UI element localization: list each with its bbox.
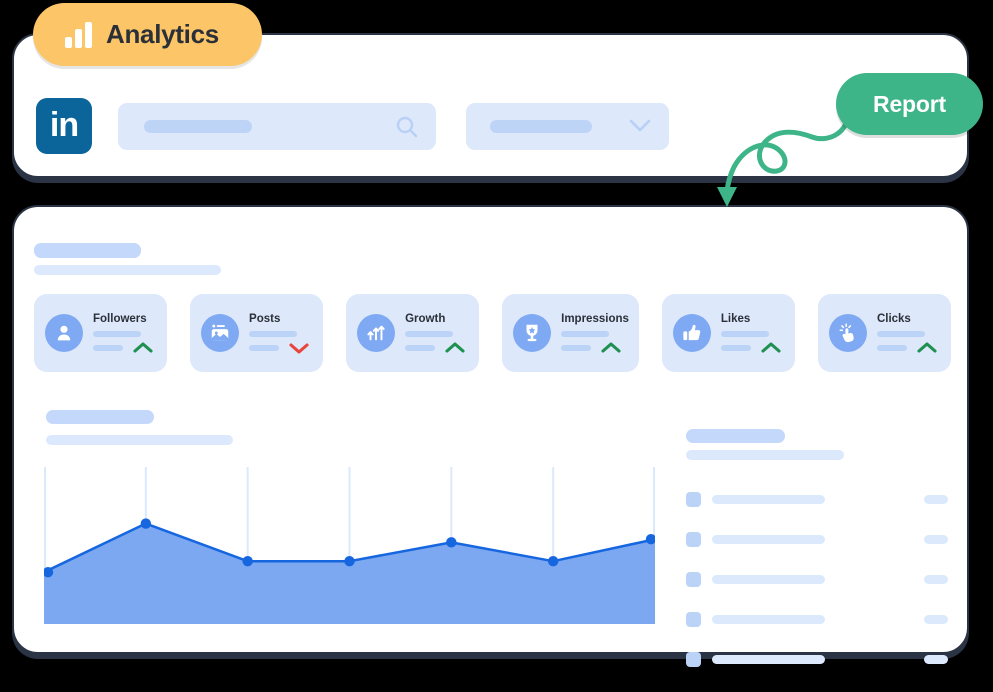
trend-up-icon <box>761 341 781 353</box>
chart-data-point[interactable] <box>547 556 559 567</box>
stat-bottom <box>720 341 785 354</box>
list-title-placeholder <box>686 429 785 443</box>
chart-data-point[interactable] <box>140 518 152 529</box>
trend-down-icon <box>289 342 309 354</box>
area-chart <box>44 467 655 624</box>
stat-card-row: Followers Posts Growth Impressions Likes… <box>34 294 951 372</box>
stat-value-placeholder <box>249 330 298 337</box>
dashboard-title-placeholder <box>34 243 141 258</box>
dashboard-card: Followers Posts Growth Impressions Likes… <box>12 205 969 667</box>
search-input[interactable] <box>118 103 436 150</box>
stat-body: Growth <box>405 313 479 354</box>
list-item-value-placeholder <box>924 535 948 544</box>
stat-body: Likes <box>720 312 795 354</box>
analytics-badge[interactable]: Analytics <box>33 3 262 66</box>
trend-up-icon <box>445 341 465 353</box>
list-item-value-placeholder <box>924 575 948 584</box>
stat-bottom <box>93 341 157 354</box>
chevron-down-icon[interactable] <box>629 118 651 134</box>
stat-value-placeholder <box>561 330 610 337</box>
stat-body: Followers <box>93 313 167 354</box>
arrows-up-icon <box>357 314 396 352</box>
filter-dropdown[interactable] <box>466 103 669 150</box>
stat-label: Likes <box>720 312 751 325</box>
list-item-swatch <box>686 532 701 547</box>
trend-up-icon <box>133 341 153 353</box>
chart-title-placeholder <box>46 410 154 424</box>
stat-label: Clicks <box>876 312 911 325</box>
stat-label: Growth <box>405 312 446 325</box>
stat-card-clicks[interactable]: Clicks <box>817 294 951 372</box>
stat-value-placeholder <box>93 330 141 337</box>
stat-value-placeholder <box>720 330 769 337</box>
analytics-badge-label: Analytics <box>106 19 219 49</box>
search-placeholder-bar <box>144 120 252 133</box>
list-item-swatch <box>686 572 701 587</box>
stat-delta-placeholder <box>561 344 592 351</box>
list-panel <box>686 492 948 692</box>
list-subtitle-placeholder <box>686 450 844 460</box>
dashboard-subtitle-placeholder <box>34 265 221 275</box>
trend-up-icon <box>601 341 621 353</box>
chart-data-point[interactable] <box>344 556 355 567</box>
thumbs-up-icon <box>672 314 711 352</box>
search-icon[interactable] <box>395 115 419 139</box>
stat-delta-placeholder <box>720 344 751 351</box>
stat-label: Impressions <box>561 312 629 325</box>
stat-delta-placeholder <box>405 344 436 351</box>
list-item-swatch <box>686 652 701 667</box>
stat-card-impressions[interactable]: Impressions <box>502 294 639 372</box>
list-item-swatch <box>686 492 701 507</box>
list-item[interactable] <box>686 532 948 547</box>
trend-up-icon <box>917 341 937 353</box>
list-item-value-placeholder <box>924 495 948 504</box>
trophy-icon <box>513 314 552 352</box>
list-item[interactable] <box>686 612 948 627</box>
stat-body: Impressions <box>561 313 639 354</box>
stat-value-placeholder <box>876 330 925 337</box>
list-item[interactable] <box>686 572 948 587</box>
list-item-label-placeholder <box>712 495 825 504</box>
stat-value-placeholder <box>405 330 454 337</box>
stat-bottom <box>405 341 469 354</box>
bar-chart-icon <box>65 21 92 48</box>
report-button-label: Report <box>873 90 946 117</box>
stat-bottom <box>876 341 941 354</box>
image-icon <box>201 314 240 352</box>
list-item[interactable] <box>686 492 948 507</box>
list-item[interactable] <box>686 652 948 667</box>
stat-delta-placeholder <box>93 344 123 351</box>
list-item-label-placeholder <box>712 615 825 624</box>
dropdown-placeholder-bar <box>490 120 592 133</box>
list-item-label-placeholder <box>712 655 825 664</box>
stat-delta-placeholder <box>249 344 280 351</box>
chart-subtitle-placeholder <box>46 435 233 445</box>
list-item-label-placeholder <box>712 575 825 584</box>
stat-label: Followers <box>93 312 147 325</box>
stat-bottom <box>561 341 629 354</box>
stat-body: Posts <box>249 313 323 354</box>
linkedin-logo[interactable]: in <box>36 98 92 154</box>
stat-card-likes[interactable]: Likes <box>661 294 795 372</box>
user-icon <box>45 314 83 352</box>
stat-card-followers[interactable]: Followers <box>34 294 168 372</box>
linkedin-logo-text: in <box>49 105 79 144</box>
list-item-value-placeholder <box>924 655 948 664</box>
stat-card-posts[interactable]: Posts <box>190 294 324 372</box>
chart-data-point[interactable] <box>446 537 457 548</box>
list-item-value-placeholder <box>924 615 948 624</box>
stat-label: Posts <box>249 312 281 325</box>
stat-body: Clicks <box>876 312 951 354</box>
report-button[interactable]: Report <box>836 73 983 135</box>
stat-delta-placeholder <box>876 344 907 351</box>
stat-card-growth[interactable]: Growth <box>346 294 480 372</box>
chart-data-point[interactable] <box>242 556 253 567</box>
click-hand-icon <box>828 314 867 352</box>
list-item-label-placeholder <box>712 535 825 544</box>
list-item-swatch <box>686 612 701 627</box>
stat-bottom <box>249 342 313 354</box>
